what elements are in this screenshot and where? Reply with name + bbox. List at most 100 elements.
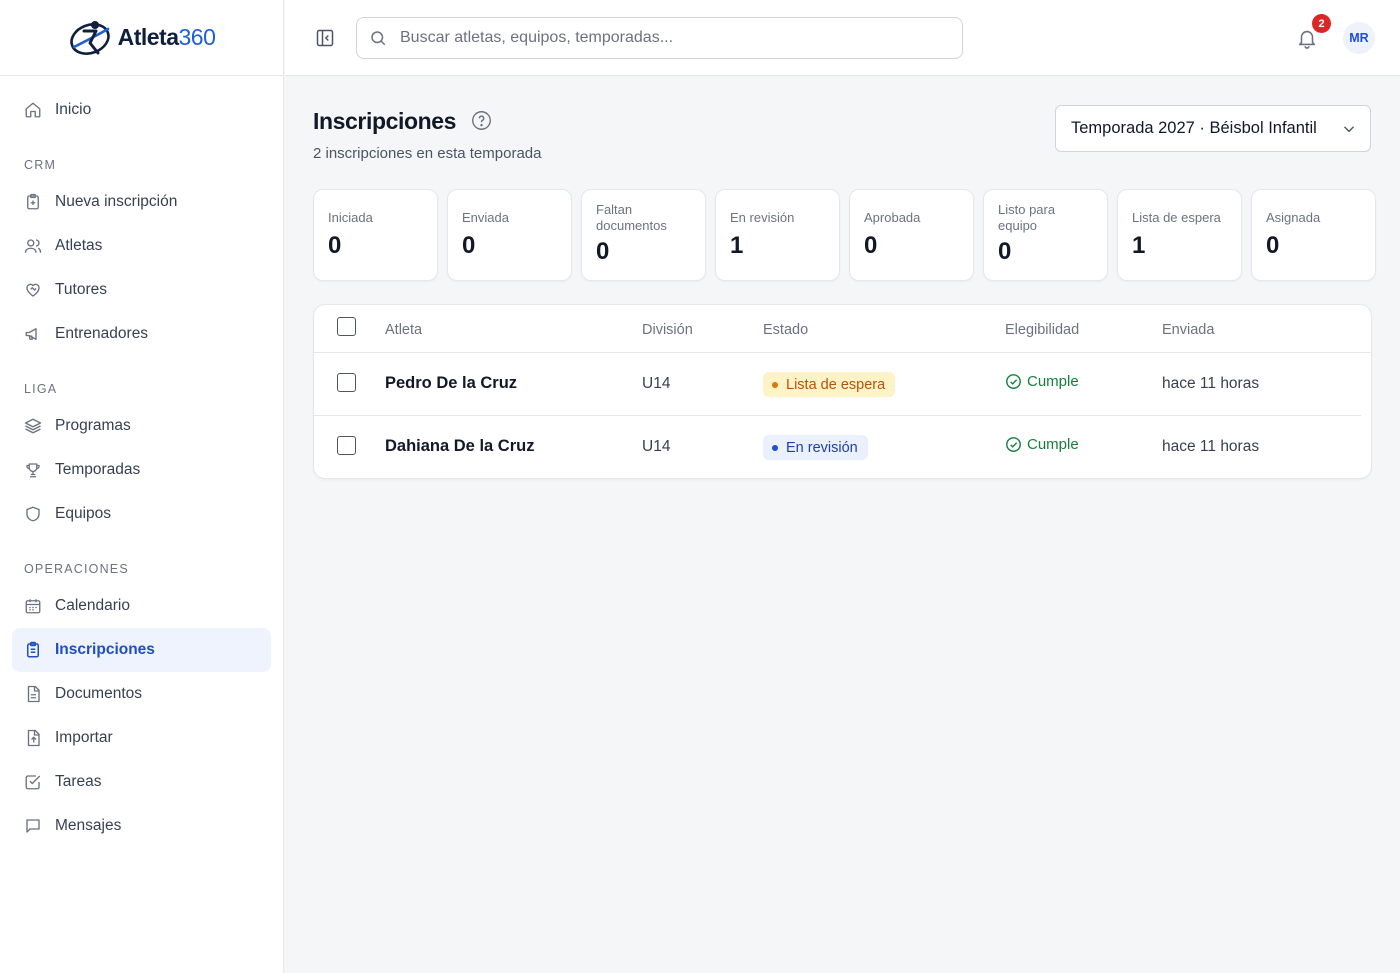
clipboard-list-icon: [24, 641, 42, 659]
stat-card-faltan-documentos[interactable]: Faltan documentos 0: [581, 189, 706, 281]
sidebar-item-label: Atletas: [55, 237, 103, 254]
check-circle-icon: [1005, 373, 1022, 390]
check-circle-icon: [1005, 436, 1022, 453]
eligibility-label: Cumple: [1027, 436, 1079, 453]
division-cell: U14: [642, 375, 671, 392]
message-square-icon: [24, 817, 42, 835]
trophy-icon: [24, 461, 42, 479]
brand-name: Atleta360: [117, 24, 216, 50]
column-header-division[interactable]: División: [642, 322, 693, 338]
stat-value: 1: [1132, 232, 1146, 259]
sidebar-item-tutores[interactable]: Tutores: [12, 268, 271, 312]
stat-card-en-revision[interactable]: En revisión 1: [715, 189, 840, 281]
status-dot: [772, 444, 778, 451]
avatar[interactable]: MR: [1343, 22, 1375, 54]
stat-value: 0: [1266, 232, 1280, 259]
stat-label: Iniciada: [328, 210, 373, 225]
page-subtitle: 2 inscripciones en esta temporada: [313, 145, 542, 162]
sidebar-item-inicio[interactable]: Inicio: [12, 88, 271, 132]
check-square-icon: [24, 773, 42, 791]
row-checkbox[interactable]: [337, 373, 356, 392]
stat-card-asignada[interactable]: Asignada 0: [1251, 189, 1376, 281]
sidebar-item-label: Equipos: [55, 505, 112, 522]
sidebar-item-entrenadores[interactable]: Entrenadores: [12, 312, 271, 356]
status-badge: En revisión: [763, 435, 868, 460]
megaphone-icon: [24, 325, 42, 343]
column-header-atleta[interactable]: Atleta: [385, 322, 422, 338]
division-cell: U14: [642, 438, 671, 455]
stat-value: 0: [328, 232, 342, 259]
column-header-elegibilidad[interactable]: Elegibilidad: [1005, 322, 1079, 338]
eligibility-cell: Cumple: [1005, 373, 1079, 390]
stat-label: Asignada: [1266, 210, 1321, 225]
registrations-table: Atleta División Estado Elegibilidad Envi…: [313, 304, 1372, 479]
sidebar-item-label: Temporadas: [55, 461, 141, 478]
sidebar-item-inscripciones[interactable]: Inscripciones: [12, 628, 271, 672]
sidebar-item-importar[interactable]: Importar: [12, 716, 271, 760]
eligibility-cell: Cumple: [1005, 436, 1079, 453]
logo-mark-icon: [69, 20, 110, 55]
stat-value: 1: [730, 232, 744, 259]
sidebar-toggle-icon[interactable]: [315, 28, 335, 48]
stat-card-listo-para-equipo[interactable]: Listo para equipo 0: [983, 189, 1108, 281]
sidebar-item-calendario[interactable]: Calendario: [12, 584, 271, 628]
athlete-name[interactable]: Pedro De la Cruz: [385, 374, 517, 393]
sent-cell: hace 11 horas: [1162, 438, 1260, 455]
search-bar[interactable]: [356, 17, 963, 59]
sidebar-item-nueva-inscripcion[interactable]: Nueva inscripción: [12, 180, 271, 224]
layers-icon: [24, 417, 42, 435]
sidebar-item-label: Calendario: [55, 597, 130, 614]
page-title: Inscripciones: [313, 108, 457, 134]
search-input[interactable]: [400, 29, 940, 47]
status-badge-label: En revisión: [786, 439, 858, 456]
season-select[interactable]: Temporada 2027 · Béisbol Infantil: [1055, 105, 1371, 152]
sidebar-item-documentos[interactable]: Documentos: [12, 672, 271, 716]
shield-icon: [24, 505, 42, 523]
search-icon: [369, 29, 387, 47]
status-badge-label: Lista de espera: [786, 376, 886, 393]
status-dot: [772, 381, 778, 388]
stat-value: 0: [998, 238, 1012, 265]
sent-cell: hace 11 horas: [1162, 375, 1260, 392]
users-icon: [24, 237, 42, 255]
sidebar-item-equipos[interactable]: Equipos: [12, 492, 271, 536]
column-header-enviada[interactable]: Enviada: [1162, 322, 1214, 338]
heart-handshake-icon: [24, 281, 42, 299]
select-all-checkbox[interactable]: [337, 317, 356, 336]
stat-card-lista-de-espera[interactable]: Lista de espera 1: [1117, 189, 1242, 281]
sidebar-item-label: Mensajes: [55, 817, 122, 834]
brand-logo[interactable]: Atleta360: [68, 17, 216, 59]
sidebar-item-tareas[interactable]: Tareas: [12, 760, 271, 804]
clipboard-plus-icon: [24, 193, 42, 211]
sidebar-item-mensajes[interactable]: Mensajes: [12, 804, 271, 848]
stat-card-aprobada[interactable]: Aprobada 0: [849, 189, 974, 281]
sidebar-item-programas[interactable]: Programas: [12, 404, 271, 448]
row-checkbox[interactable]: [337, 436, 356, 455]
stat-label: Listo para equipo: [998, 202, 1056, 233]
sidebar-item-label: Inscripciones: [55, 641, 155, 658]
sidebar-item-label: Importar: [55, 729, 113, 746]
stat-label: Lista de espera: [1132, 210, 1221, 225]
stat-value: 0: [462, 232, 476, 259]
table-row[interactable]: Pedro De la Cruz U14 Lista de espera Cum…: [314, 353, 1361, 416]
topbar: 2 MR: [285, 0, 1400, 76]
athlete-name[interactable]: Dahiana De la Cruz: [385, 437, 534, 456]
sidebar-item-label: Inicio: [55, 101, 92, 118]
sidebar-nav: Inicio CRM Nueva inscripción Atletas Tut…: [0, 76, 283, 848]
sidebar-item-label: Entrenadores: [55, 325, 149, 342]
stat-label: Enviada: [462, 210, 509, 225]
sidebar-item-temporadas[interactable]: Temporadas: [12, 448, 271, 492]
sidebar-item-atletas[interactable]: Atletas: [12, 224, 271, 268]
section-label-liga: LIGA: [24, 382, 58, 396]
calendar-icon: [24, 597, 42, 615]
main-content: Inscripciones 2 inscripciones en esta te…: [285, 76, 1400, 973]
logo-area: Atleta360: [0, 0, 283, 76]
help-circle-icon[interactable]: [471, 110, 492, 131]
stat-card-iniciada[interactable]: Iniciada 0: [313, 189, 438, 281]
stat-card-enviada[interactable]: Enviada 0: [447, 189, 572, 281]
table-row[interactable]: Dahiana De la Cruz U14 En revisión Cumpl…: [314, 416, 1361, 479]
sidebar: Atleta360 Inicio CRM Nueva inscripción A…: [0, 0, 284, 973]
column-header-estado[interactable]: Estado: [763, 322, 808, 338]
section-label-operaciones: OPERACIONES: [24, 562, 129, 576]
sidebar-item-label: Tutores: [55, 281, 107, 298]
